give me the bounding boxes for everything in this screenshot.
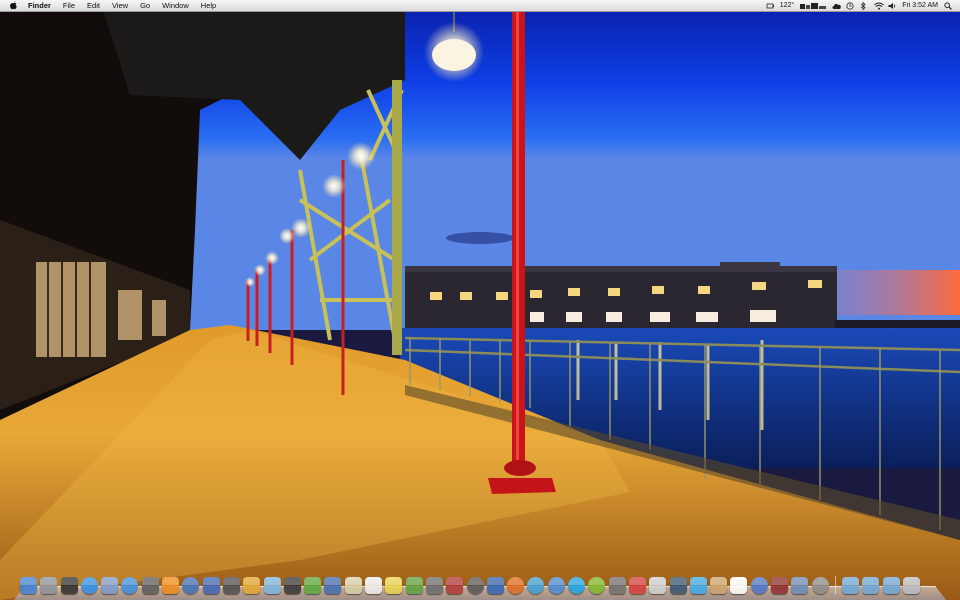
trash-icon[interactable]: [903, 577, 921, 594]
dashboard-icon[interactable]: [60, 577, 78, 594]
twitter-icon[interactable]: [689, 577, 707, 594]
finder-icon[interactable]: [20, 577, 37, 594]
menu-app-name[interactable]: Finder: [25, 0, 57, 11]
adium-icon[interactable]: [263, 577, 281, 594]
downloads-folder-icon[interactable]: [882, 577, 900, 594]
firefox-icon[interactable]: [507, 577, 525, 594]
menu-file[interactable]: File: [57, 0, 81, 11]
tumblr-icon[interactable]: [669, 577, 687, 594]
calendar-icon[interactable]: [730, 577, 748, 594]
preview-icon[interactable]: [101, 577, 119, 594]
system-preferences-icon[interactable]: [811, 577, 829, 594]
safari-icon[interactable]: [121, 577, 139, 594]
launchpad-icon[interactable]: [40, 577, 58, 594]
bluetooth-icon[interactable]: [860, 1, 868, 10]
app-store-icon[interactable]: [80, 577, 98, 594]
facetime-icon[interactable]: [141, 577, 159, 594]
address-book-icon[interactable]: [710, 577, 728, 594]
time-machine-icon[interactable]: [283, 577, 301, 594]
temperature-readout[interactable]: 122°: [780, 2, 794, 9]
menu-window[interactable]: Window: [156, 0, 195, 11]
evernote-icon[interactable]: [405, 577, 423, 594]
battery-status-icon[interactable]: [766, 2, 774, 10]
menu-go[interactable]: Go: [134, 0, 156, 11]
vlc-icon[interactable]: [162, 577, 180, 594]
clock-readout[interactable]: Fri 3:52 AM: [902, 2, 938, 9]
desktop-wallpaper: [0, 0, 960, 600]
cloud-icon[interactable]: [832, 2, 842, 10]
colloquy-icon[interactable]: [243, 577, 261, 594]
dock: [14, 570, 946, 600]
apple-icon[interactable]: [9, 1, 19, 11]
text-edit-icon[interactable]: [365, 577, 383, 594]
mission-control-icon[interactable]: [202, 577, 220, 594]
memory-monitor-icon[interactable]: [800, 2, 827, 10]
photo-booth-icon[interactable]: [446, 577, 464, 594]
dock-icon-row: [20, 572, 921, 594]
wallpaper-image: [0, 0, 960, 600]
preferences-icon[interactable]: [425, 577, 443, 594]
alfred-icon[interactable]: [222, 577, 240, 594]
menu-bar: Finder File Edit View Go Window Help 122…: [0, 0, 960, 12]
spotify-icon[interactable]: [588, 577, 606, 594]
applications-folder-icon[interactable]: [842, 577, 860, 594]
menu-edit[interactable]: Edit: [81, 0, 106, 11]
menu-view[interactable]: View: [106, 0, 134, 11]
notes-icon[interactable]: [344, 577, 362, 594]
hd-photo-icon[interactable]: [304, 577, 322, 594]
camera-icon[interactable]: [466, 577, 484, 594]
dock-separator: [834, 576, 836, 594]
itunes-play-icon[interactable]: [547, 577, 565, 594]
tv-icon[interactable]: [324, 577, 342, 594]
wifi-icon[interactable]: [874, 2, 885, 10]
cleaner-icon[interactable]: [628, 577, 646, 594]
stickies-icon[interactable]: [385, 577, 403, 594]
clock-icon[interactable]: [846, 1, 854, 10]
coffee-icon[interactable]: [649, 577, 667, 594]
quicktime-icon[interactable]: [182, 577, 200, 594]
documents-folder-icon[interactable]: [862, 577, 880, 594]
skype-icon[interactable]: [568, 577, 586, 594]
dictionary-icon[interactable]: [770, 577, 788, 594]
printer-icon[interactable]: [608, 577, 626, 594]
volume-icon[interactable]: [888, 2, 896, 10]
iphoto-icon[interactable]: [791, 577, 809, 594]
network-icon[interactable]: [527, 577, 545, 594]
menu-help[interactable]: Help: [195, 0, 222, 11]
hype-icon[interactable]: [486, 577, 504, 594]
itunes-icon[interactable]: [750, 577, 768, 594]
spotlight-search-icon[interactable]: [944, 1, 952, 10]
